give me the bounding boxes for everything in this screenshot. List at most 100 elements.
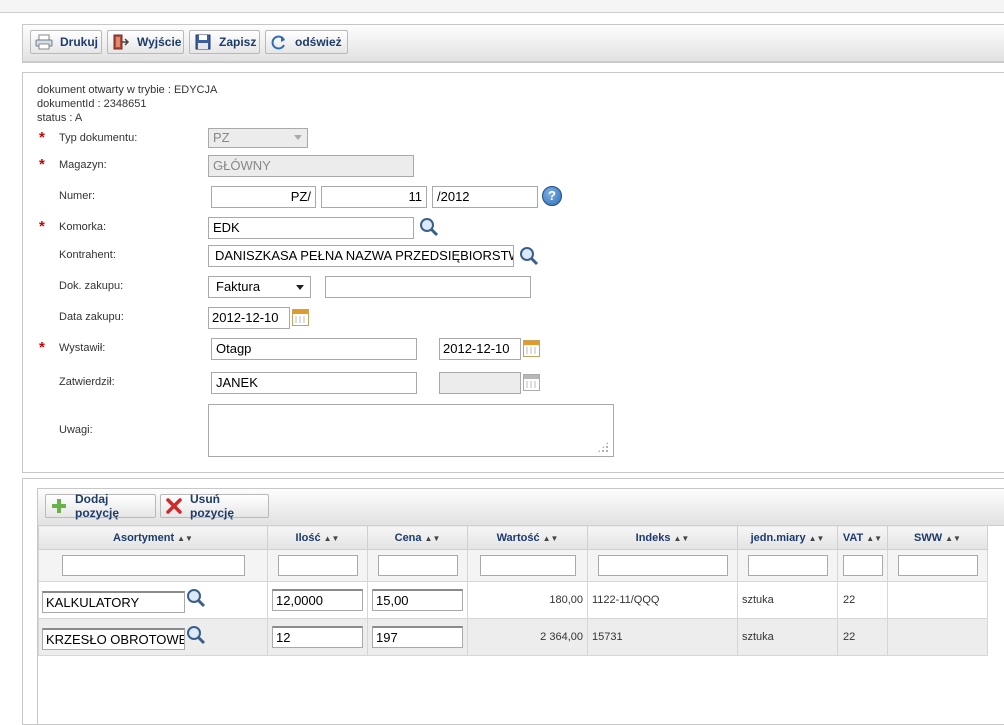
column-header-vat[interactable]: VAT ▲▼ (837, 525, 888, 550)
save-button[interactable]: Zapisz (189, 30, 260, 54)
column-header-jm[interactable]: jedn.miary ▲▼ (737, 525, 838, 550)
filter-row (38, 549, 988, 582)
sww-cell (887, 581, 988, 619)
filter-input[interactable] (61, 555, 245, 576)
filter-input[interactable] (747, 555, 828, 576)
print-button[interactable]: Drukuj (30, 30, 102, 54)
delete-x-icon (165, 498, 183, 514)
unit-cell: sztuka (737, 581, 838, 619)
wystawil-label: Wystawił: (59, 342, 106, 354)
search-icon[interactable] (418, 216, 440, 238)
price-cell-input[interactable]: 197 (372, 626, 463, 648)
dok-label: Dok. zakupu: (59, 280, 124, 292)
sort-icon: ▲▼ (323, 533, 340, 543)
index-cell: 15731 (587, 618, 738, 656)
department-field[interactable]: EDK (208, 217, 414, 239)
zatwierdzil-label: Zatwierdził: (59, 376, 115, 388)
calendar-icon[interactable] (292, 309, 309, 326)
required-marker: * (39, 339, 45, 356)
quantity-cell-input[interactable]: 12,0000 (272, 589, 363, 611)
positions-table: Asortyment ▲▼ Ilość ▲▼ Cena ▲▼ Wartość ▲▼ In… (38, 525, 988, 656)
chevron-down-icon (294, 135, 302, 140)
purchase-date-field[interactable]: 2012-12-10 (208, 307, 290, 329)
price-cell-input[interactable]: 15,00 (372, 589, 463, 611)
sort-icon: ▲▼ (866, 533, 883, 543)
search-icon[interactable] (185, 624, 207, 646)
sort-icon: ▲▼ (945, 533, 961, 543)
required-marker: * (39, 156, 45, 173)
number-prefix-field[interactable]: PZ/ (211, 186, 316, 208)
vat-cell: 22 (837, 618, 888, 656)
purchase-doc-type-select[interactable]: Faktura (208, 276, 311, 298)
help-icon[interactable]: ? (542, 186, 562, 206)
table-row[interactable]: KRZESŁO OBROTOWE 12 197 2 364,00 15731 s… (38, 618, 988, 656)
search-icon[interactable] (185, 587, 207, 609)
exit-door-icon (112, 34, 130, 50)
typ-label: Typ dokumentu: (59, 132, 138, 144)
remove-position-button[interactable]: Usuń pozycję (160, 492, 269, 520)
mode-info: dokument otwarty w trybie : EDYCJA (37, 84, 218, 96)
approved-by-field[interactable]: JANEK (211, 372, 417, 394)
unit-cell: sztuka (737, 618, 838, 656)
refresh-button[interactable]: odśwież (265, 30, 348, 54)
floppy-disk-icon (194, 34, 212, 50)
window-top-edge (0, 0, 1004, 13)
document-type-select[interactable]: PZ (208, 128, 308, 148)
uwagi-label: Uwagi: (59, 424, 93, 436)
purchase-doc-number-field[interactable] (325, 276, 531, 298)
column-header-sww[interactable]: SWW ▲▼ (887, 525, 988, 550)
exit-button[interactable]: Wyjście (107, 30, 184, 54)
filter-input[interactable] (842, 555, 883, 576)
document-type-value: PZ (213, 130, 230, 145)
magazyn-label: Magazyn: (59, 159, 107, 171)
column-header-asortyment[interactable]: Asortyment ▲▼ (38, 525, 268, 550)
grid-toolbar: Dodaj pozycję Usuń pozycję (38, 489, 1004, 526)
main-toolbar: Drukuj Wyjście Zapisz odśwież (23, 25, 1004, 62)
contractor-field[interactable]: DANISZKASA PEŁNA NAZWA PRZEDSIĘBIORSTWA (208, 245, 514, 267)
required-marker: * (39, 218, 45, 235)
filter-input[interactable] (479, 555, 576, 576)
komorka-label: Komorka: (59, 221, 107, 233)
approved-date-field[interactable] (439, 372, 521, 394)
issued-date-field[interactable]: 2012-12-10 (439, 338, 521, 360)
refresh-label: odśwież (295, 35, 342, 49)
sww-cell (887, 618, 988, 656)
assortment-cell-input[interactable]: KRZESŁO OBROTOWE (42, 628, 185, 650)
column-header-indeks[interactable]: Indeks ▲▼ (587, 525, 738, 550)
issued-by-field[interactable]: Otagp (211, 338, 417, 360)
column-header-ilosc[interactable]: Ilość ▲▼ (267, 525, 368, 550)
exit-label: Wyjście (137, 35, 182, 49)
vat-cell: 22 (837, 581, 888, 619)
remove-position-label: Usuń pozycję (190, 492, 235, 520)
number-suffix-field[interactable]: /2012 (432, 186, 538, 208)
save-label: Zapisz (219, 35, 257, 49)
sort-icon: ▲▼ (808, 533, 825, 543)
doc-id-info: dokumentId : 2348651 (37, 98, 147, 110)
warehouse-field[interactable]: GŁÓWNY (208, 155, 414, 177)
filter-input[interactable] (377, 555, 458, 576)
add-position-label: Dodaj pozycję (75, 492, 120, 520)
column-header-wartosc[interactable]: Wartość ▲▼ (467, 525, 588, 550)
sort-icon: ▲▼ (673, 533, 690, 543)
add-position-button[interactable]: Dodaj pozycję (45, 492, 156, 520)
index-cell: 1122-11/QQQ (587, 581, 738, 619)
calendar-icon[interactable] (523, 374, 540, 391)
numer-label: Numer: (59, 190, 96, 202)
filter-input[interactable] (897, 555, 978, 576)
chevron-down-icon (296, 285, 304, 290)
notes-textarea[interactable] (208, 404, 614, 457)
required-marker: * (39, 129, 45, 146)
value-cell: 2 364,00 (467, 618, 588, 656)
printer-icon (35, 34, 53, 50)
filter-input[interactable] (277, 555, 358, 576)
filter-input[interactable] (597, 555, 728, 576)
calendar-icon[interactable] (523, 340, 540, 357)
quantity-cell-input[interactable]: 12 (272, 626, 363, 648)
assortment-cell-input[interactable]: KALKULATORY (42, 591, 185, 613)
number-field[interactable]: 11 (321, 186, 427, 208)
sort-icon: ▲▼ (542, 533, 559, 543)
value-cell: 180,00 (467, 581, 588, 619)
table-row[interactable]: KALKULATORY 12,0000 15,00 180,00 1122-11… (38, 581, 988, 619)
column-header-cena[interactable]: Cena ▲▼ (367, 525, 468, 550)
search-icon[interactable] (518, 245, 540, 267)
